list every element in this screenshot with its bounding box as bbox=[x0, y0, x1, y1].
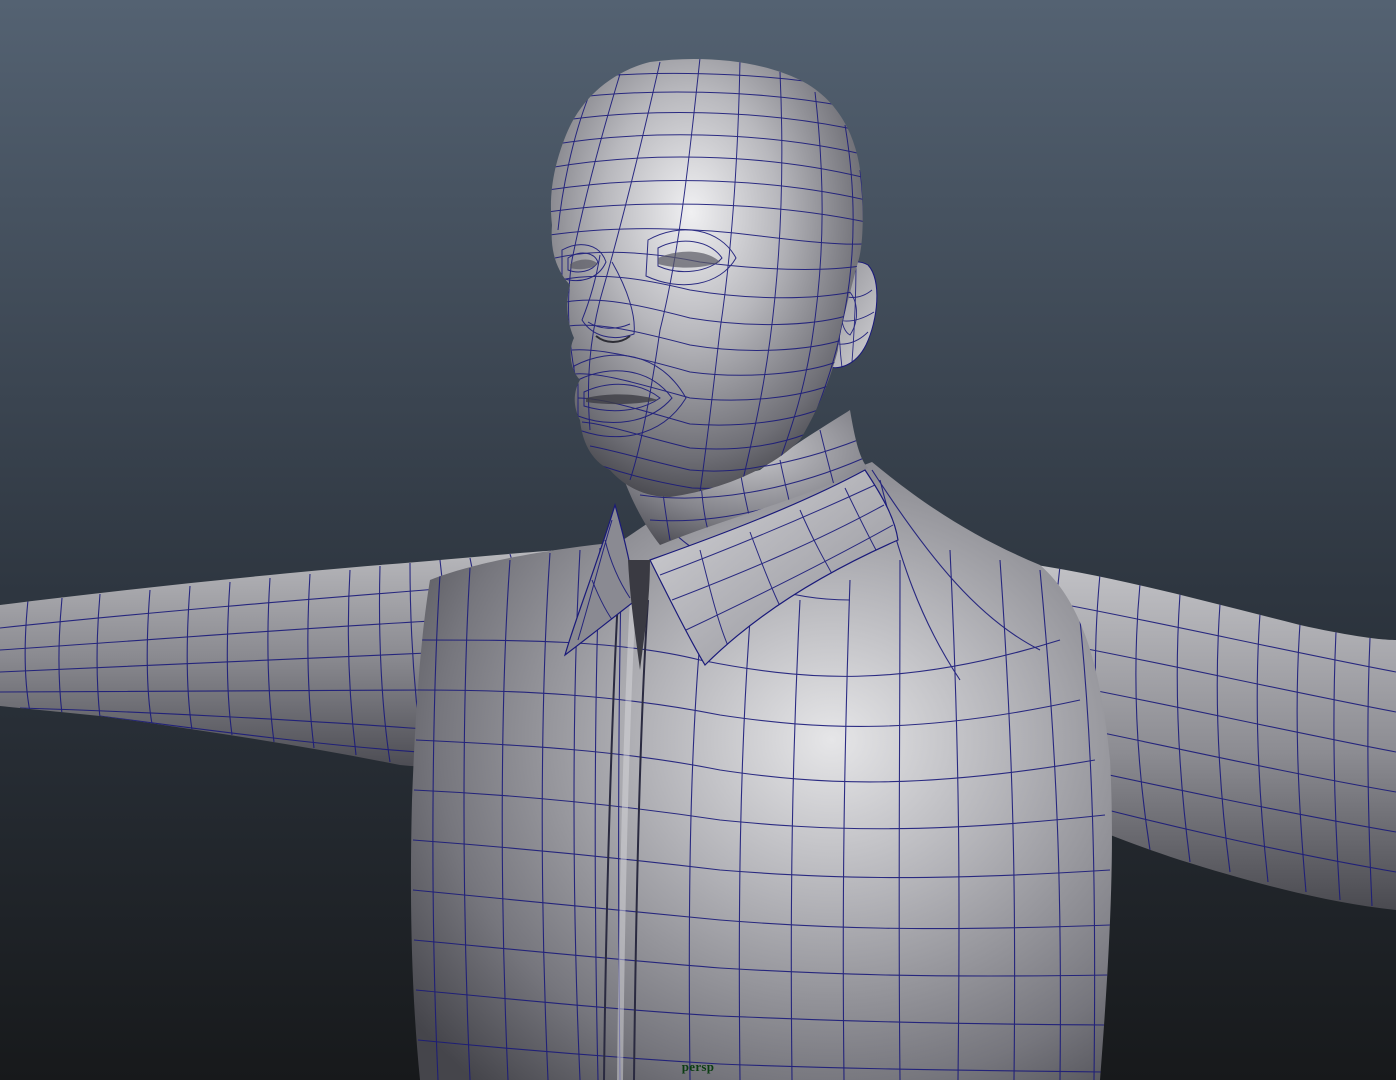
viewport-scene[interactable] bbox=[0, 0, 1396, 1080]
3d-viewport-persp[interactable]: persp bbox=[0, 0, 1396, 1080]
